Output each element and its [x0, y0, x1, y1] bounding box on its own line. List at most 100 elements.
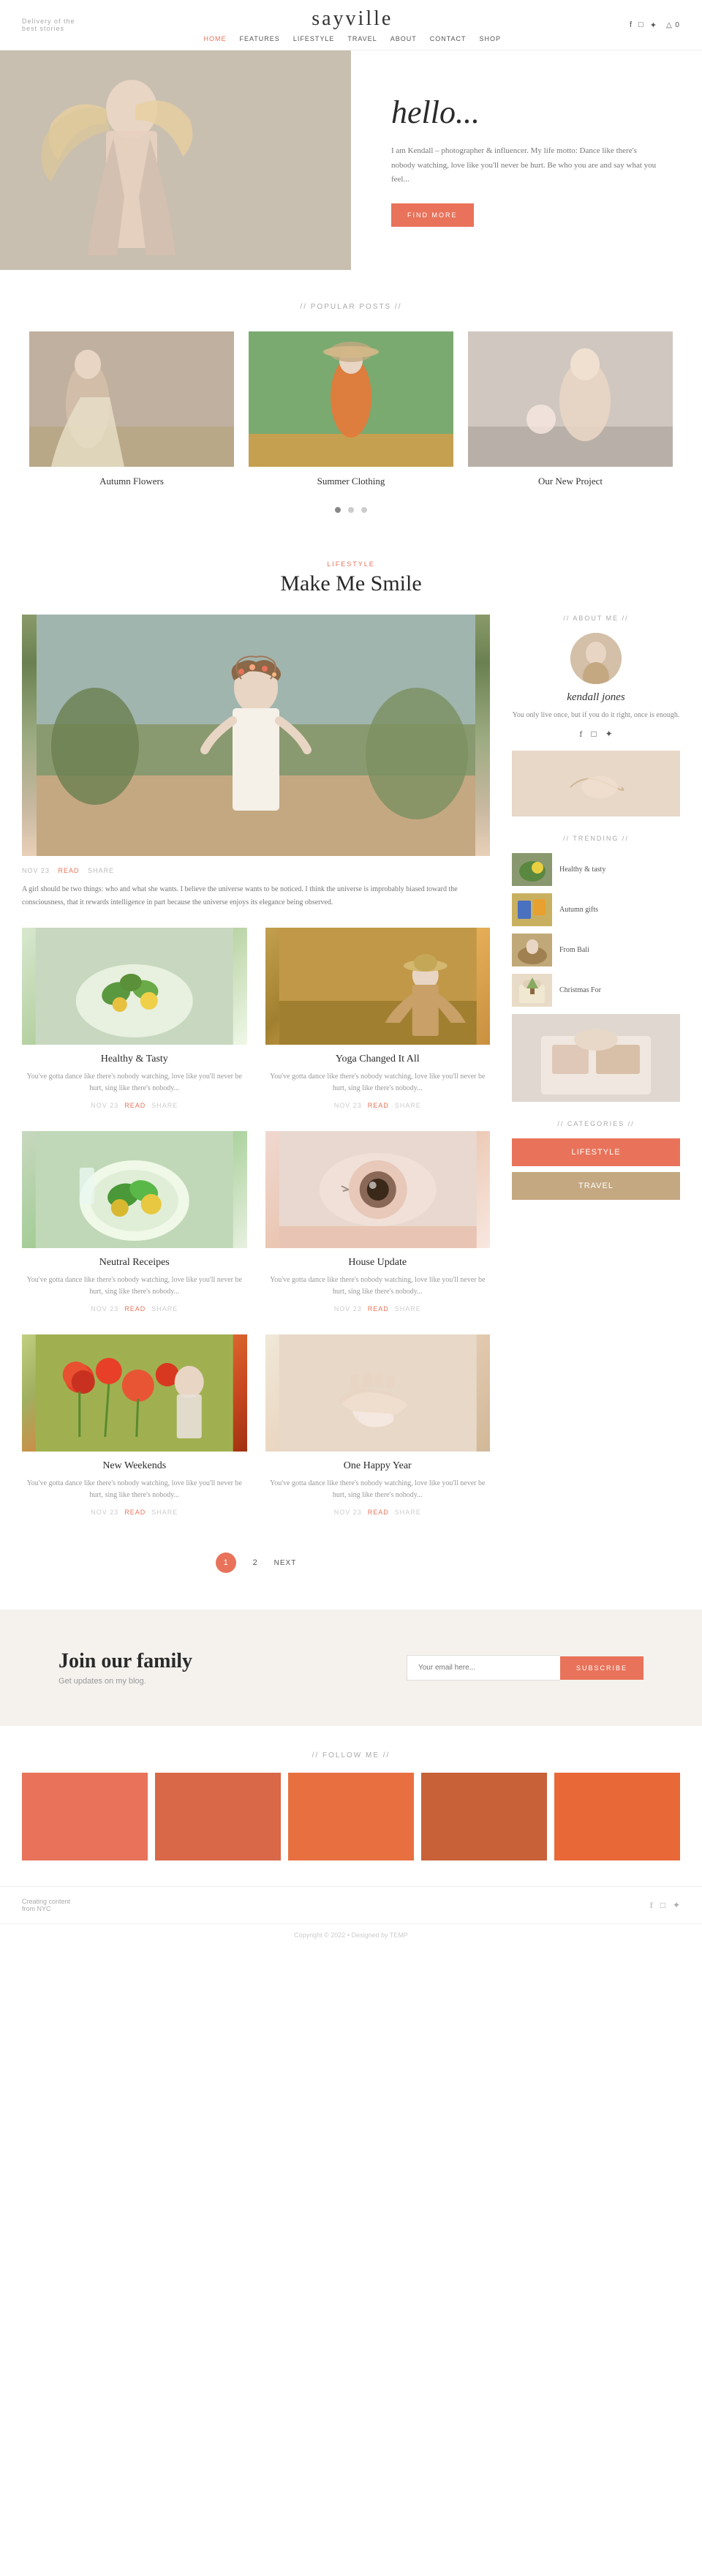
footer-twitter-icon[interactable]: ✦ [673, 1900, 680, 1911]
follow-img-4[interactable] [421, 1773, 547, 1860]
category-travel[interactable]: Travel [512, 1172, 680, 1200]
cart-icon: △ [666, 21, 673, 29]
blog-title-6: One Happy Year [265, 1460, 491, 1472]
about-instagram-icon[interactable]: □ [591, 729, 596, 740]
nav-contact[interactable]: CONTACT [430, 35, 467, 42]
page-next[interactable]: NEXT [274, 1559, 297, 1567]
post4-share[interactable]: SHARE [395, 1305, 421, 1313]
page-1[interactable]: 1 [216, 1552, 236, 1573]
carousel-dots [22, 503, 680, 517]
post3-date: NOV 23 [91, 1305, 118, 1313]
follow-img-1[interactable] [22, 1773, 148, 1860]
blog-text-4: You've gotta dance like there's nobody w… [265, 1274, 491, 1298]
trending-item-2[interactable]: Autumn gifts [512, 893, 680, 926]
find-more-button[interactable]: FIND MORE [391, 203, 474, 227]
trending-label-1: Healthy & tasty [559, 865, 605, 874]
post-title-summer: Summer Clothing [249, 476, 453, 487]
about-image [512, 751, 680, 816]
about-avatar [570, 633, 622, 684]
about-facebook-icon[interactable]: f [579, 729, 582, 740]
lifestyle-meta: NOV 23 READ SHARE [22, 867, 490, 874]
post2-read[interactable]: READ [368, 1102, 389, 1109]
dot-2[interactable] [348, 507, 354, 513]
post5-read[interactable]: READ [124, 1509, 146, 1516]
post-share-link[interactable]: SHARE [88, 867, 114, 874]
newsletter-email-input[interactable] [407, 1655, 560, 1681]
nav-travel[interactable]: TRAVEL [347, 35, 377, 42]
nav-right: f □ ✦ △ 0 [630, 20, 680, 30]
dot-1[interactable] [335, 507, 341, 513]
post1-share[interactable]: SHARE [151, 1102, 178, 1109]
post4-date: NOV 23 [334, 1305, 362, 1313]
post6-share[interactable]: SHARE [395, 1509, 421, 1516]
twitter-icon[interactable]: ✦ [650, 20, 657, 30]
hero-hello: hello... [391, 94, 662, 131]
dot-3[interactable] [361, 507, 367, 513]
cart[interactable]: △ 0 [666, 21, 680, 29]
blog-card-1: Healthy & Tasty You've gotta dance like … [22, 928, 247, 1109]
follow-grid [22, 1773, 680, 1860]
newsletter-form: SUBSCRIBE [407, 1655, 644, 1681]
post3-share[interactable]: SHARE [151, 1305, 178, 1313]
post-title-autumn: Autumn Flowers [29, 476, 234, 487]
post5-share[interactable]: SHARE [151, 1509, 178, 1516]
footer-social: f □ ✦ [650, 1900, 680, 1911]
post-read-link[interactable]: READ [58, 867, 80, 874]
subscribe-button[interactable]: SUBSCRIBE [560, 1656, 644, 1680]
blog-grid: Healthy & Tasty You've gotta dance like … [22, 928, 490, 1516]
about-quote: You only live once, but if you do it rig… [512, 710, 680, 721]
copyright: Copyright © 2022 • Designed by TEMP [0, 1923, 702, 1946]
lifestyle-title: Make Me Smile [22, 571, 680, 596]
blog-text-5: You've gotta dance like there's nobody w… [22, 1478, 247, 1501]
post6-read[interactable]: READ [368, 1509, 389, 1516]
trending-item-4[interactable]: Christmas For [512, 974, 680, 1007]
follow-section: // FOLLOW ME // [0, 1726, 702, 1886]
footer-facebook-icon[interactable]: f [650, 1900, 653, 1911]
trending-item-3[interactable]: From Bali [512, 934, 680, 966]
lifestyle-excerpt: A girl should be two things: who and wha… [22, 883, 490, 909]
nav-shop[interactable]: SHOP [480, 35, 502, 42]
about-title: // ABOUT ME // [512, 615, 680, 622]
delivery-line2: best stories [22, 25, 75, 32]
post3-read[interactable]: READ [124, 1305, 146, 1313]
lifestyle-main-layout: NOV 23 READ SHARE A girl should be two t… [22, 615, 680, 1595]
facebook-icon[interactable]: f [630, 20, 633, 30]
post4-read[interactable]: READ [368, 1305, 389, 1313]
page-2[interactable]: 2 [245, 1552, 265, 1573]
sidebar-about: // ABOUT ME // kendall jones You only li… [512, 615, 680, 816]
post1-read[interactable]: READ [124, 1102, 146, 1109]
lifestyle-section: LIFESTYLE Make Me Smile [0, 538, 702, 1595]
sidebar-categories: // CATEGORIES // Lifestyle Travel [512, 1120, 680, 1200]
lifestyle-label: LIFESTYLE [22, 560, 680, 568]
follow-img-5[interactable] [554, 1773, 680, 1860]
blog-text-6: You've gotta dance like there's nobody w… [265, 1478, 491, 1501]
nav-about[interactable]: ABOUT [390, 35, 417, 42]
hero-content: hello... I am Kendall – photographer & i… [351, 50, 702, 270]
nav-features[interactable]: FEATURES [239, 35, 279, 42]
blog-card-5: New Weekends You've gotta dance like the… [22, 1334, 247, 1516]
post2-share[interactable]: SHARE [395, 1102, 421, 1109]
nav-lifestyle[interactable]: LIFESTYLE [293, 35, 335, 42]
post-card-summer: Summer Clothing [249, 331, 453, 487]
sidebar-trending: // TRENDING // Healthy & tasty [512, 835, 680, 1102]
blog-card-3: Neutral Receipes You've gotta dance like… [22, 1131, 247, 1313]
blog-meta-1: NOV 23 READ SHARE [22, 1102, 247, 1109]
trending-item-1[interactable]: Healthy & tasty [512, 853, 680, 886]
blog-image-1 [22, 928, 247, 1045]
about-twitter-icon[interactable]: ✦ [605, 729, 613, 740]
nav-home[interactable]: HOME [203, 35, 226, 42]
lifestyle-content: NOV 23 READ SHARE A girl should be two t… [22, 615, 490, 1595]
blog-text-1: You've gotta dance like there's nobody w… [22, 1071, 247, 1094]
blog-image-4 [265, 1131, 491, 1248]
follow-img-2[interactable] [155, 1773, 281, 1860]
post5-date: NOV 23 [91, 1509, 118, 1516]
instagram-icon[interactable]: □ [638, 20, 644, 30]
post2-date: NOV 23 [334, 1102, 362, 1109]
footer-instagram-icon[interactable]: □ [660, 1900, 665, 1911]
follow-img-3[interactable] [288, 1773, 414, 1860]
nav-delivery: Delivery of the best stories [22, 18, 75, 32]
category-lifestyle[interactable]: Lifestyle [512, 1138, 680, 1166]
cart-count: 0 [675, 21, 680, 29]
post-image-autumn [29, 331, 234, 467]
trending-thumb-3 [512, 934, 552, 966]
